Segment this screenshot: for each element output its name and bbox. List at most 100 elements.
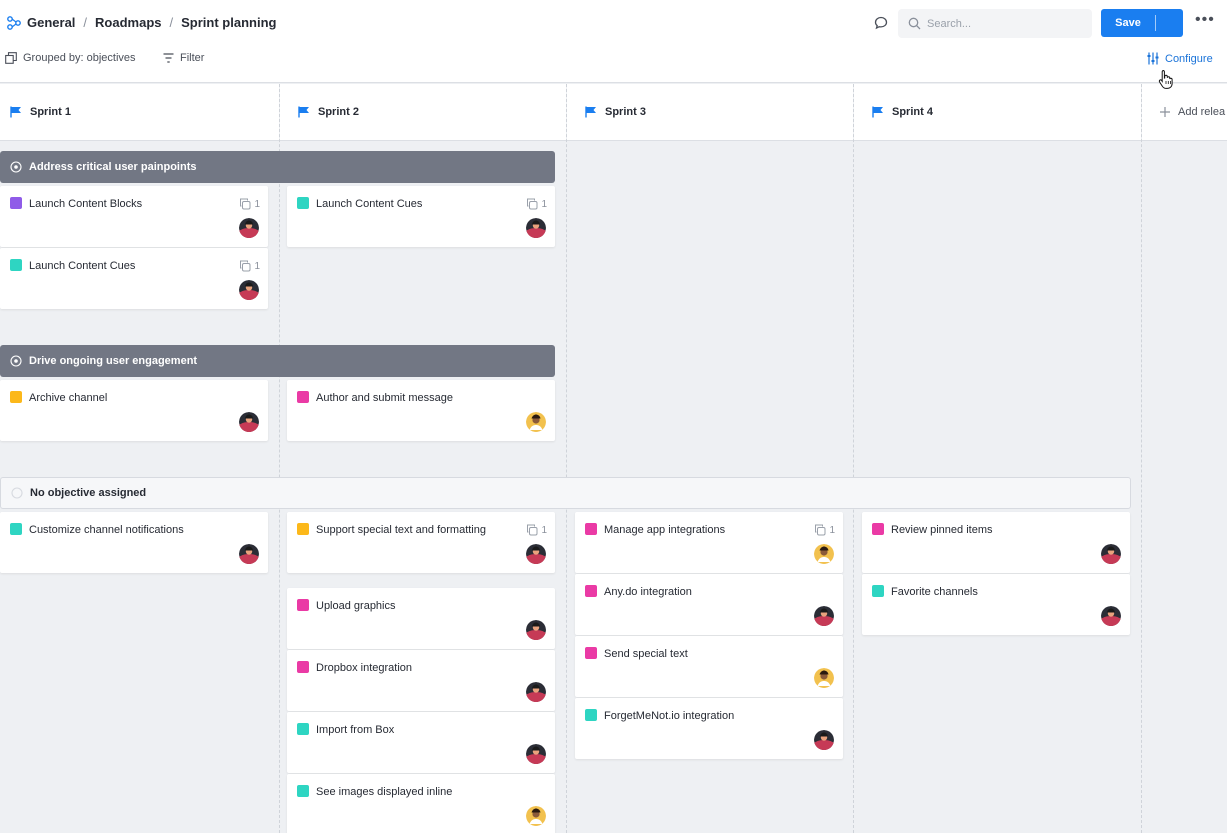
feature-title: Manage app integrations: [604, 524, 726, 536]
feature-title: Launch Content Blocks: [29, 198, 143, 210]
feature-title: Launch Content Cues: [29, 260, 136, 272]
column-title: Sprint 3: [605, 106, 646, 118]
feature-card[interactable]: Archive channel: [0, 380, 268, 441]
feature-title: Customize channel notifications: [29, 524, 184, 536]
objective-title: Address critical user painpoints: [29, 161, 197, 173]
feature-color-swatch: [585, 709, 597, 721]
column-header-sprint-4[interactable]: Sprint 4: [854, 84, 1141, 141]
feature-card[interactable]: Customize channel notifications: [0, 512, 268, 573]
feature-card[interactable]: Import from Box: [287, 712, 555, 773]
column-divider: [853, 84, 854, 833]
save-button[interactable]: Save: [1101, 9, 1183, 37]
feature-card[interactable]: See images displayed inline: [287, 774, 555, 833]
feature-color-swatch: [297, 723, 309, 735]
avatar[interactable]: [239, 544, 259, 564]
avatar[interactable]: [239, 280, 259, 300]
linked-count-value: 1: [829, 524, 835, 536]
feature-card[interactable]: Author and submit message: [287, 380, 555, 441]
feature-card[interactable]: Manage app integrations 1: [575, 512, 843, 573]
flag-icon: [585, 106, 596, 118]
avatar[interactable]: [526, 620, 546, 640]
objective-group-header[interactable]: Drive ongoing user engagement: [0, 345, 555, 377]
linked-count-value: 1: [254, 260, 260, 272]
feature-color-swatch: [585, 523, 597, 535]
sliders-icon: [1147, 52, 1159, 65]
column-title: Sprint 1: [30, 106, 71, 118]
group-icon: [5, 52, 17, 64]
roadmap-board: Sprint 1 Sprint 2 Sprint 3 Sprint 4 Add …: [0, 84, 1227, 833]
avatar[interactable]: [526, 682, 546, 702]
save-button-divider: [1155, 15, 1156, 31]
feature-color-swatch: [297, 661, 309, 673]
feature-card[interactable]: Review pinned items: [862, 512, 1130, 573]
objective-group-header[interactable]: Address critical user painpoints: [0, 151, 555, 183]
column-title: Sprint 2: [318, 106, 359, 118]
configure-button[interactable]: Configure: [1147, 52, 1213, 65]
column-header-sprint-2[interactable]: Sprint 2: [280, 84, 566, 141]
column-title: Sprint 4: [892, 106, 933, 118]
linked-items-count[interactable]: 1: [239, 198, 260, 210]
feature-color-swatch: [297, 391, 309, 403]
avatar[interactable]: [814, 730, 834, 750]
avatar[interactable]: [239, 412, 259, 432]
avatar[interactable]: [1101, 544, 1121, 564]
feature-card[interactable]: ForgetMeNot.io integration: [575, 698, 843, 759]
avatar[interactable]: [814, 544, 834, 564]
feature-card[interactable]: Send special text: [575, 636, 843, 697]
linked-items-count[interactable]: 1: [814, 524, 835, 536]
avatar[interactable]: [526, 544, 546, 564]
avatar[interactable]: [526, 412, 546, 432]
search-input[interactable]: [927, 17, 1077, 30]
feature-color-swatch: [297, 785, 309, 797]
objective-icon: [10, 355, 22, 367]
avatar[interactable]: [526, 806, 546, 826]
save-button-label: Save: [1115, 17, 1141, 29]
feature-card[interactable]: Favorite channels: [862, 574, 1130, 635]
column-header-sprint-3[interactable]: Sprint 3: [567, 84, 853, 141]
feature-card[interactable]: Launch Content Cues 1: [287, 186, 555, 247]
comment-icon[interactable]: [873, 15, 889, 31]
breadcrumb-separator: /: [83, 15, 88, 30]
flag-icon: [10, 106, 21, 118]
objective-group-header[interactable]: No objective assigned: [0, 477, 1131, 509]
feature-title: Favorite channels: [891, 586, 978, 598]
feature-color-swatch: [297, 599, 309, 611]
column-header-sprint-1[interactable]: Sprint 1: [0, 84, 279, 141]
feature-color-swatch: [872, 585, 884, 597]
avatar[interactable]: [1101, 606, 1121, 626]
avatar[interactable]: [239, 218, 259, 238]
filter-button[interactable]: Filter: [163, 52, 204, 64]
link-icon: [527, 524, 538, 536]
feature-card[interactable]: Support special text and formatting 1: [287, 512, 555, 573]
grouped-by-label: Grouped by: objectives: [23, 52, 136, 64]
avatar[interactable]: [526, 744, 546, 764]
feature-title: Review pinned items: [891, 524, 993, 536]
feature-title: Author and submit message: [316, 392, 453, 404]
grouped-by-button[interactable]: Grouped by: objectives: [5, 52, 136, 64]
add-release-button[interactable]: Add relea: [1142, 84, 1227, 141]
linked-items-count[interactable]: 1: [239, 260, 260, 272]
feature-card[interactable]: Dropbox integration: [287, 650, 555, 711]
feature-card[interactable]: Launch Content Blocks 1: [0, 186, 268, 247]
linked-count-value: 1: [541, 198, 547, 210]
avatar[interactable]: [526, 218, 546, 238]
avatar[interactable]: [814, 668, 834, 688]
feature-card[interactable]: Launch Content Cues 1: [0, 248, 268, 309]
breadcrumb-general[interactable]: General: [27, 15, 75, 30]
linked-count-value: 1: [254, 198, 260, 210]
feature-title: Upload graphics: [316, 600, 396, 612]
feature-card[interactable]: Upload graphics: [287, 588, 555, 649]
more-options-icon[interactable]: •••: [1195, 12, 1214, 30]
avatar[interactable]: [814, 606, 834, 626]
link-icon: [240, 260, 251, 272]
breadcrumb-sprint-planning[interactable]: Sprint planning: [181, 15, 276, 30]
feature-title: Import from Box: [316, 724, 395, 736]
linked-items-count[interactable]: 1: [526, 524, 547, 536]
feature-color-swatch: [10, 259, 22, 271]
breadcrumb-roadmaps[interactable]: Roadmaps: [95, 15, 161, 30]
linked-items-count[interactable]: 1: [526, 198, 547, 210]
hand-cursor-icon: [1158, 70, 1173, 89]
search-box[interactable]: [898, 9, 1092, 38]
configure-label: Configure: [1165, 52, 1213, 65]
feature-card[interactable]: Any.do integration: [575, 574, 843, 635]
